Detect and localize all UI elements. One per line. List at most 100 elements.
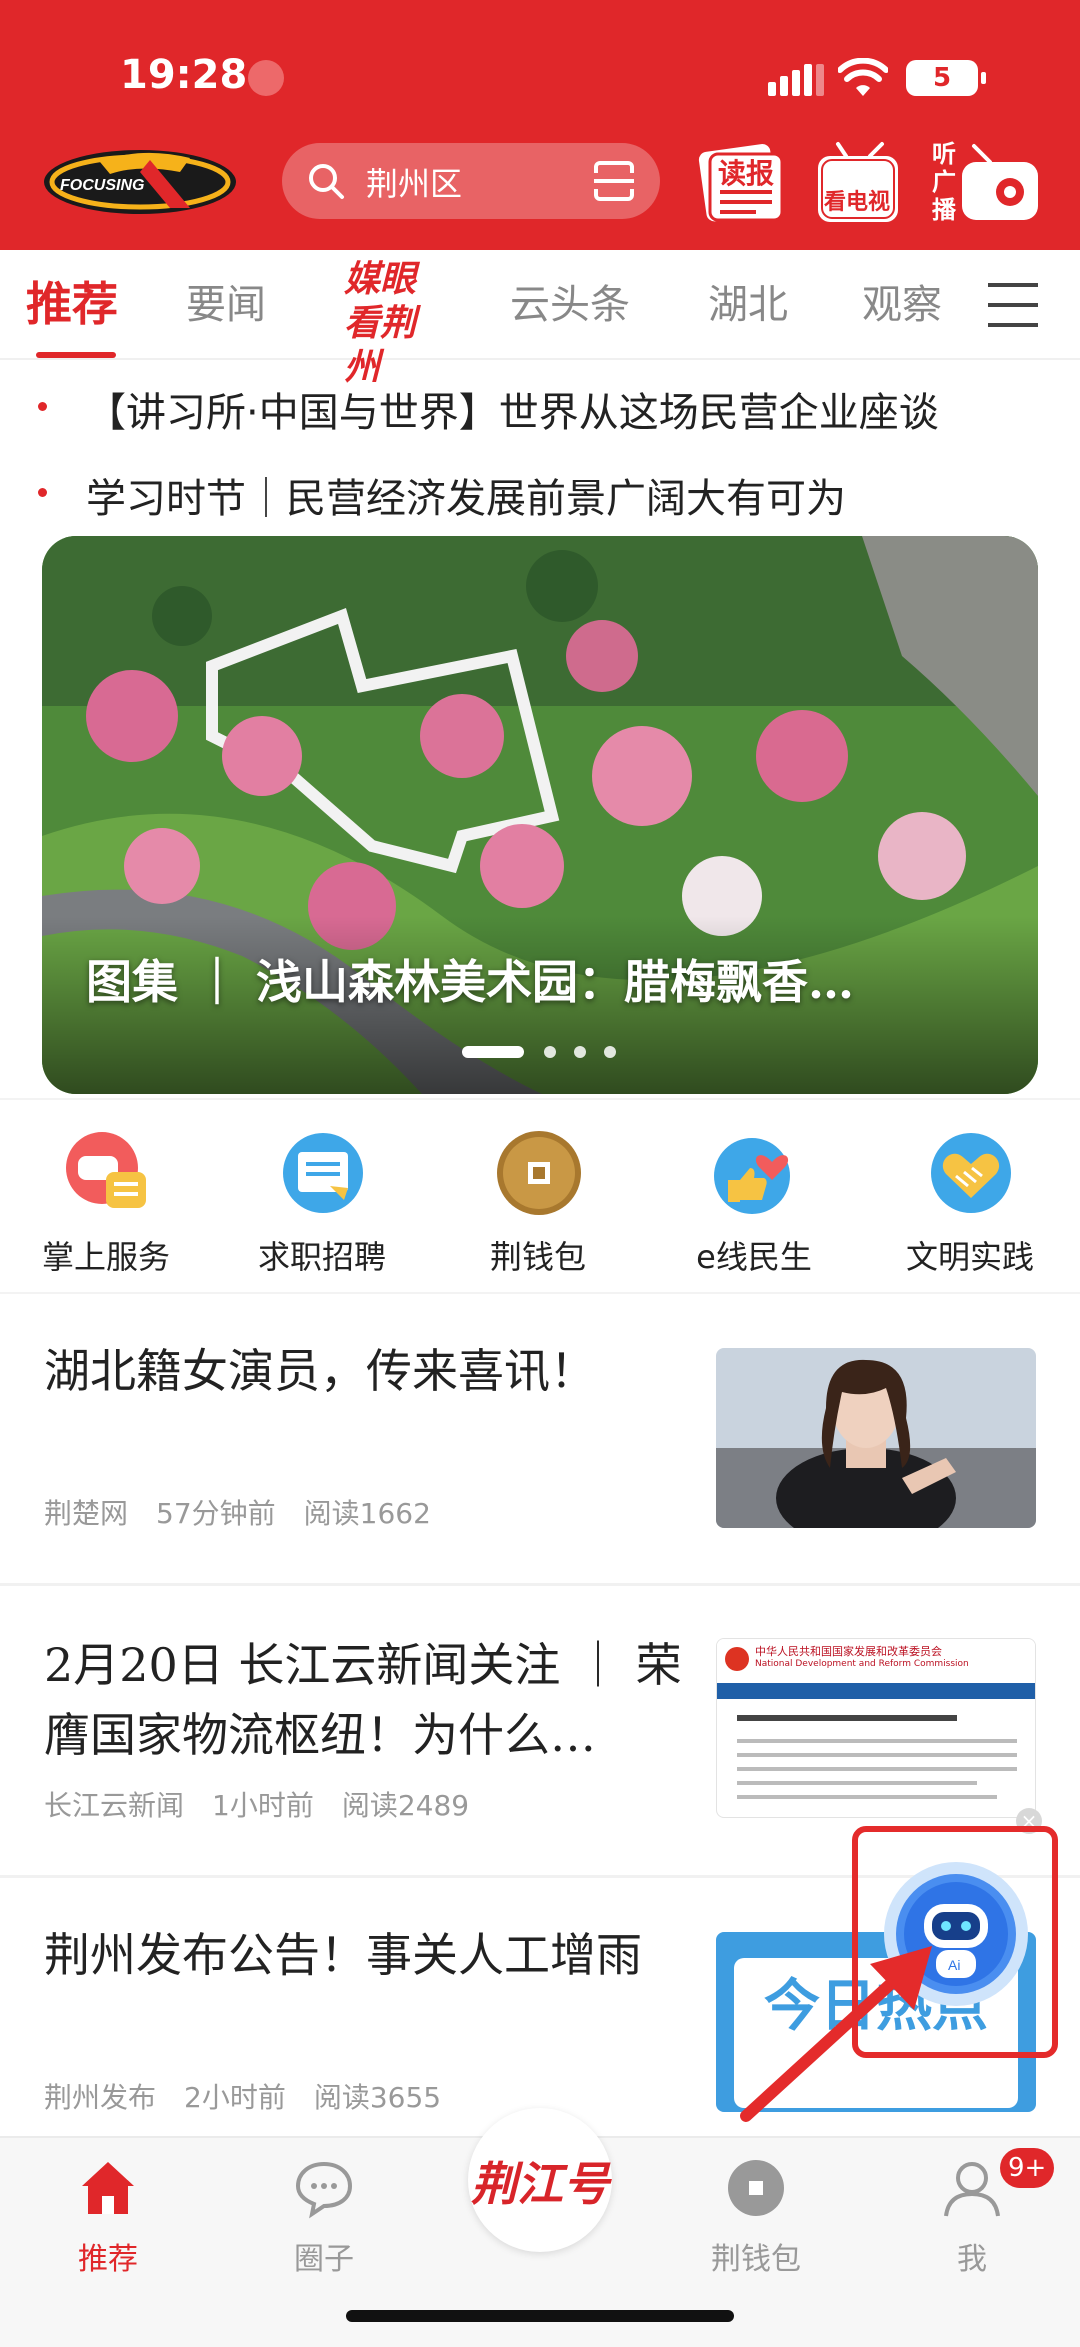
- news-thumbnail: 中华人民共和国国家发展和改革委员会 National Development a…: [716, 1638, 1036, 1818]
- banner-caption: 图集 ｜ 浅山森林美术园：腊梅飘香…: [86, 955, 855, 1009]
- chat-service-icon: [66, 1132, 146, 1208]
- app-logo[interactable]: FOCUSING: [40, 142, 240, 218]
- thumb-line: [737, 1795, 997, 1799]
- tab-hubei[interactable]: 湖北: [708, 272, 788, 330]
- headline-text: 学习时节｜民营经济发展前景广阔大有可为: [86, 476, 846, 522]
- emblem-icon: [725, 1647, 749, 1671]
- search-icon: [309, 164, 344, 199]
- status-time: 19:28: [120, 52, 248, 98]
- job-board-icon: [283, 1133, 363, 1213]
- headline-item[interactable]: 【讲习所·中国与世界】世界从这场民营企业座谈: [0, 370, 1080, 440]
- service-jing-wallet[interactable]: 荆钱包: [438, 1120, 638, 1290]
- tab-top-news[interactable]: 要闻: [186, 272, 266, 330]
- service-label: 文明实践: [905, 1238, 1034, 1276]
- thumb-line: [737, 1753, 1017, 1757]
- news-reads: 阅读3655: [313, 2081, 442, 2114]
- news-title: 荆州发布公告！事关人工增雨: [44, 1928, 642, 1982]
- thumb-header: 中华人民共和国国家发展和改革委员会 National Development a…: [717, 1639, 1035, 1683]
- thumb-navbar: [717, 1683, 1035, 1699]
- service-label: 求职招聘: [257, 1238, 386, 1276]
- user-icon: [944, 2162, 1000, 2217]
- news-time: 57分钟前: [156, 1497, 276, 1530]
- service-label: 掌上服务: [41, 1238, 170, 1276]
- active-tab-indicator: [36, 352, 116, 358]
- wifi-icon: [838, 58, 888, 96]
- watch-tv-button[interactable]: 看电视: [812, 140, 904, 228]
- nav-recommended[interactable]: 推荐: [28, 2148, 188, 2278]
- news-title: 2月20日 长江云新闻关注 ｜ 荣膺国家物流枢纽！为什么…: [44, 1638, 682, 1762]
- news-reads: 阅读1662: [303, 1497, 431, 1530]
- service-label: e线民生: [696, 1238, 812, 1276]
- nav-center-label: 荆江号: [471, 2157, 609, 2211]
- news-source: 荆州发布: [44, 2081, 157, 2114]
- nav-jingjiang-hao[interactable]: 荆江号: [468, 2108, 612, 2252]
- news-time: 2小时前: [184, 2081, 286, 2114]
- thumb-line: [737, 1739, 1017, 1743]
- news-thumbnail: [716, 1348, 1036, 1528]
- carousel-dot: [544, 1046, 556, 1058]
- heart-thumb-icon: [714, 1138, 790, 1214]
- app-screen: 19:28 5 FOCUSING 荆州区 读报 看电视 听广播 推荐 要闻 媒眼…: [0, 0, 1080, 2347]
- banner-carousel[interactable]: 图集 ｜ 浅山森林美术园：腊梅飘香…: [42, 536, 1038, 1094]
- cellular-signal-icon: [768, 64, 824, 96]
- thumb-line: [737, 1715, 957, 1721]
- news-reads: 阅读2489: [341, 1789, 470, 1822]
- thumb-header-cn: 中华人民共和国国家发展和改革委员会: [755, 1645, 942, 1658]
- channel-tabs: 推荐 要闻 媒眼看荆州 云头条 湖北 观察: [0, 250, 1080, 388]
- headline-text: 【讲习所·中国与世界】世界从这场民营企业座谈: [86, 390, 939, 436]
- handshake-icon: [931, 1133, 1011, 1213]
- nav-label: 我: [957, 2242, 987, 2277]
- battery-level: 5: [932, 63, 952, 93]
- tab-observation[interactable]: 观察: [862, 272, 942, 330]
- service-civilization-practice[interactable]: 文明实践: [870, 1120, 1070, 1290]
- listen-radio-label: 听广播: [932, 140, 956, 224]
- top-header: 19:28 5 FOCUSING 荆州区 读报 看电视 听广播: [0, 0, 1080, 250]
- news-source: 长江云新闻: [44, 1789, 185, 1822]
- battery-icon: 5: [906, 60, 986, 96]
- coin-wallet-icon: [497, 1131, 581, 1215]
- news-source: 荆楚网: [44, 1497, 129, 1530]
- thumb-line: [737, 1767, 1017, 1771]
- service-shortcuts: 掌上服务 求职招聘 荆钱包 e线民生 文明实践: [0, 1098, 1080, 1294]
- home-indicator[interactable]: [346, 2310, 734, 2322]
- service-e-line-livelihood[interactable]: e线民生: [654, 1120, 854, 1290]
- svg-text:FOCUSING: FOCUSING: [60, 177, 144, 194]
- nav-circle[interactable]: 圈子: [244, 2148, 404, 2278]
- read-newspaper-label: 读报: [718, 157, 775, 190]
- coin-icon: [728, 2160, 784, 2216]
- status-notification-icon: [248, 60, 284, 96]
- news-item[interactable]: 湖北籍女演员，传来喜讯！ 荆楚网 57分钟前 阅读1662: [0, 1296, 1080, 1586]
- nav-jing-wallet[interactable]: 荆钱包: [676, 2148, 836, 2278]
- read-newspaper-button[interactable]: 读报: [696, 140, 788, 228]
- service-job-recruitment[interactable]: 求职招聘: [222, 1120, 422, 1290]
- news-title: 湖北籍女演员，传来喜讯！: [44, 1344, 596, 1398]
- service-label: 荆钱包: [489, 1238, 586, 1276]
- carousel-dot: [604, 1046, 616, 1058]
- menu-icon[interactable]: [986, 280, 1040, 330]
- chat-bubble-icon: [295, 2161, 353, 2219]
- tab-recommended[interactable]: 推荐: [26, 268, 118, 334]
- carousel-dot: [574, 1046, 586, 1058]
- nav-label: 圈子: [294, 2242, 354, 2277]
- news-meta: 长江云新闻 1小时前 阅读2489: [44, 1784, 497, 1824]
- headline-item[interactable]: 学习时节｜民营经济发展前景广阔大有可为: [0, 456, 1080, 526]
- search-bar[interactable]: 荆州区: [282, 143, 660, 219]
- search-placeholder: 荆州区: [366, 165, 463, 203]
- home-icon: [82, 2162, 134, 2214]
- nav-label: 荆钱包: [711, 2242, 801, 2277]
- tab-cloud-headlines[interactable]: 云头条: [510, 272, 630, 330]
- bullet-icon: [38, 402, 47, 411]
- bullet-icon: [38, 488, 47, 497]
- listen-radio-button[interactable]: 听广播: [930, 140, 1042, 228]
- service-mobile-services[interactable]: 掌上服务: [6, 1120, 206, 1290]
- thumb-header-en: National Development and Reform Commissi…: [755, 1659, 969, 1669]
- scan-icon[interactable]: [592, 159, 636, 203]
- actress-photo: [716, 1348, 1036, 1528]
- news-meta: 荆楚网 57分钟前 阅读1662: [44, 1492, 459, 1532]
- nav-label: 推荐: [78, 2242, 138, 2277]
- news-meta: 荆州发布 2小时前 阅读3655: [44, 2076, 469, 2116]
- red-arrow-annotation: [740, 1946, 932, 2122]
- carousel-dot-active: [462, 1046, 524, 1058]
- watch-tv-label: 看电视: [824, 190, 891, 215]
- tab-media-eye[interactable]: 媒眼看荆州: [336, 258, 446, 388]
